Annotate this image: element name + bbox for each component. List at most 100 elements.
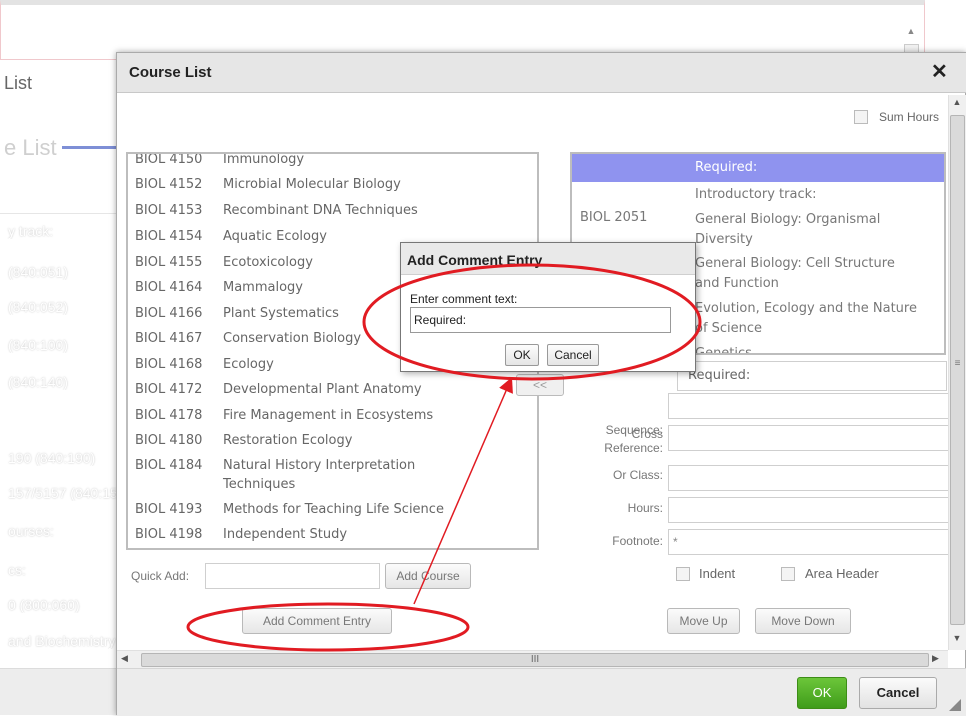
background-list-item: 190 (840:190) [8, 450, 96, 466]
background-list-item: 0 (800:060) [8, 597, 80, 613]
scroll-grip-icon: ≡ [954, 358, 961, 369]
course-title: Ecotoxicology [223, 255, 313, 270]
move-down-button[interactable]: Move Down [755, 608, 851, 634]
add-course-button[interactable]: Add Course [385, 563, 471, 589]
selected-title-line: Evolution, Ecology and the Nature [695, 301, 917, 316]
scroll-left-arrow-icon[interactable]: ◀ [121, 653, 128, 664]
quick-add-input[interactable] [205, 563, 380, 589]
cross-reference-label: Cross Reference: [557, 427, 663, 455]
comment-text-field[interactable]: Required: [677, 361, 947, 391]
selected-title-line: and Function [695, 276, 779, 291]
selected-title: Introductory track: [695, 187, 817, 202]
selected-title-line: General Biology: Organismal [695, 212, 881, 227]
course-code: BIOL 4167 [135, 331, 203, 346]
course-code: BIOL 4198 [135, 527, 203, 542]
cancel-button[interactable]: Cancel [859, 677, 937, 709]
course-code: BIOL 4152 [135, 177, 203, 192]
course-code: BIOL 4153 [135, 203, 203, 218]
course-code: BIOL 4193 [135, 502, 203, 517]
ok-button[interactable]: OK [797, 677, 847, 709]
course-code: BIOL 4184 [135, 458, 203, 473]
course-title: Mammalogy [223, 280, 303, 295]
hours-label: Hours: [627, 501, 663, 515]
comment-text-label: Enter comment text: [410, 292, 518, 306]
scroll-up-arrow-icon[interactable]: ▲ [948, 97, 966, 111]
background-footer [0, 668, 118, 715]
popup-cancel-button[interactable]: Cancel [547, 344, 599, 366]
course-title: Techniques [223, 477, 296, 492]
course-title: Methods for Teaching Life Science [223, 502, 444, 517]
background-list-title: List [4, 73, 33, 93]
background-list-item: (840:051) [8, 264, 68, 280]
selected-title: General Biology: Organismal Diversity [695, 210, 944, 250]
move-to-list-button[interactable]: << [516, 374, 564, 396]
course-code: BIOL 4150 [135, 152, 203, 167]
background-list-item: cs: [8, 562, 26, 578]
course-code: BIOL 4180 [135, 433, 203, 448]
close-icon[interactable]: ✕ [931, 59, 948, 84]
scroll-right-arrow-icon[interactable]: ▶ [932, 653, 939, 664]
hours-field[interactable] [668, 497, 958, 523]
cross-reference-label-line-2: Reference: [604, 441, 663, 455]
course-code: BIOL 4154 [135, 229, 203, 244]
course-code: BIOL 4172 [135, 382, 203, 397]
dialog-title: Course List [129, 64, 212, 81]
course-code: BIOL 4178 [135, 408, 203, 423]
horizontal-scroll-thumb[interactable]: III [141, 653, 929, 667]
cross-reference-label-line-1: Cross [631, 427, 663, 441]
sum-hours-label: Sum Hours [879, 110, 940, 124]
course-title: Aquatic Ecology [223, 229, 327, 244]
course-title: Restoration Ecology [223, 433, 353, 448]
selected-title-line: Diversity [695, 232, 753, 247]
course-title: Recombinant DNA Techniques [223, 203, 418, 218]
course-title: Independent Study [223, 527, 348, 542]
course-code: BIOL 4164 [135, 280, 203, 295]
scroll-down-arrow-icon[interactable]: ▼ [948, 633, 966, 647]
background-list-item: and Biochemistry [8, 633, 116, 649]
course-title: Fire Management in Ecosystems [223, 408, 434, 423]
background-frame [0, 0, 925, 60]
background-list-item: (840:140) [8, 374, 68, 390]
background-divider [0, 213, 118, 214]
selected-title: General Biology: Cell Structure and Funct… [695, 254, 944, 294]
footnote-label: Footnote: [612, 534, 663, 548]
background-list-item: ourses: [8, 523, 54, 539]
or-class-field[interactable] [668, 465, 958, 491]
dialog-titlebar[interactable] [117, 53, 966, 93]
or-class-label: Or Class: [612, 468, 663, 482]
sequence-field[interactable] [668, 393, 958, 419]
course-title: Microbial Molecular Biology [223, 177, 401, 192]
course-title: Developmental Plant Anatomy [223, 382, 422, 397]
background-title-underline [62, 146, 120, 149]
popup-ok-button[interactable]: OK [505, 344, 539, 366]
course-title: Natural History Interpretation [223, 458, 416, 473]
add-comment-entry-button[interactable]: Add Comment Entry [242, 608, 392, 634]
area-header-label: Area Header [805, 566, 879, 581]
sum-hours-checkbox[interactable] [854, 110, 868, 124]
selected-title: Genetics [695, 346, 752, 355]
course-list-dialog: Course List ✕ Sum Hours BIOL 4150 Immunol… [116, 52, 966, 716]
comment-text-input[interactable]: Required: [410, 307, 671, 333]
course-title: Plant Systematics [223, 306, 339, 321]
background-list-item: (840:052) [8, 299, 68, 315]
course-title: Conservation Biology [223, 331, 362, 346]
course-title: Immunology [223, 152, 305, 167]
add-comment-entry-popup: Add Comment Entry Enter comment text: Re… [400, 242, 696, 372]
cross-reference-field[interactable] [668, 425, 958, 451]
course-code: BIOL 4166 [135, 306, 203, 321]
background-scroll-up-arrow-icon[interactable]: ▲ [902, 22, 920, 40]
course-title: Ecology [223, 357, 274, 372]
selected-code: BIOL 2051 [580, 210, 648, 225]
vertical-scroll-thumb[interactable] [950, 115, 965, 625]
quick-add-label: Quick Add: [131, 569, 190, 583]
course-code: BIOL 4155 [135, 255, 203, 270]
resize-grip-icon[interactable] [949, 699, 961, 711]
course-code: BIOL 4168 [135, 357, 203, 372]
indent-checkbox[interactable] [676, 567, 690, 581]
background-list-item: y track: [8, 223, 54, 239]
indent-label: Indent [699, 566, 736, 581]
footnote-field[interactable]: * [668, 529, 958, 555]
area-header-checkbox[interactable] [781, 567, 795, 581]
move-up-button[interactable]: Move Up [667, 608, 740, 634]
popup-title: Add Comment Entry [407, 252, 543, 268]
